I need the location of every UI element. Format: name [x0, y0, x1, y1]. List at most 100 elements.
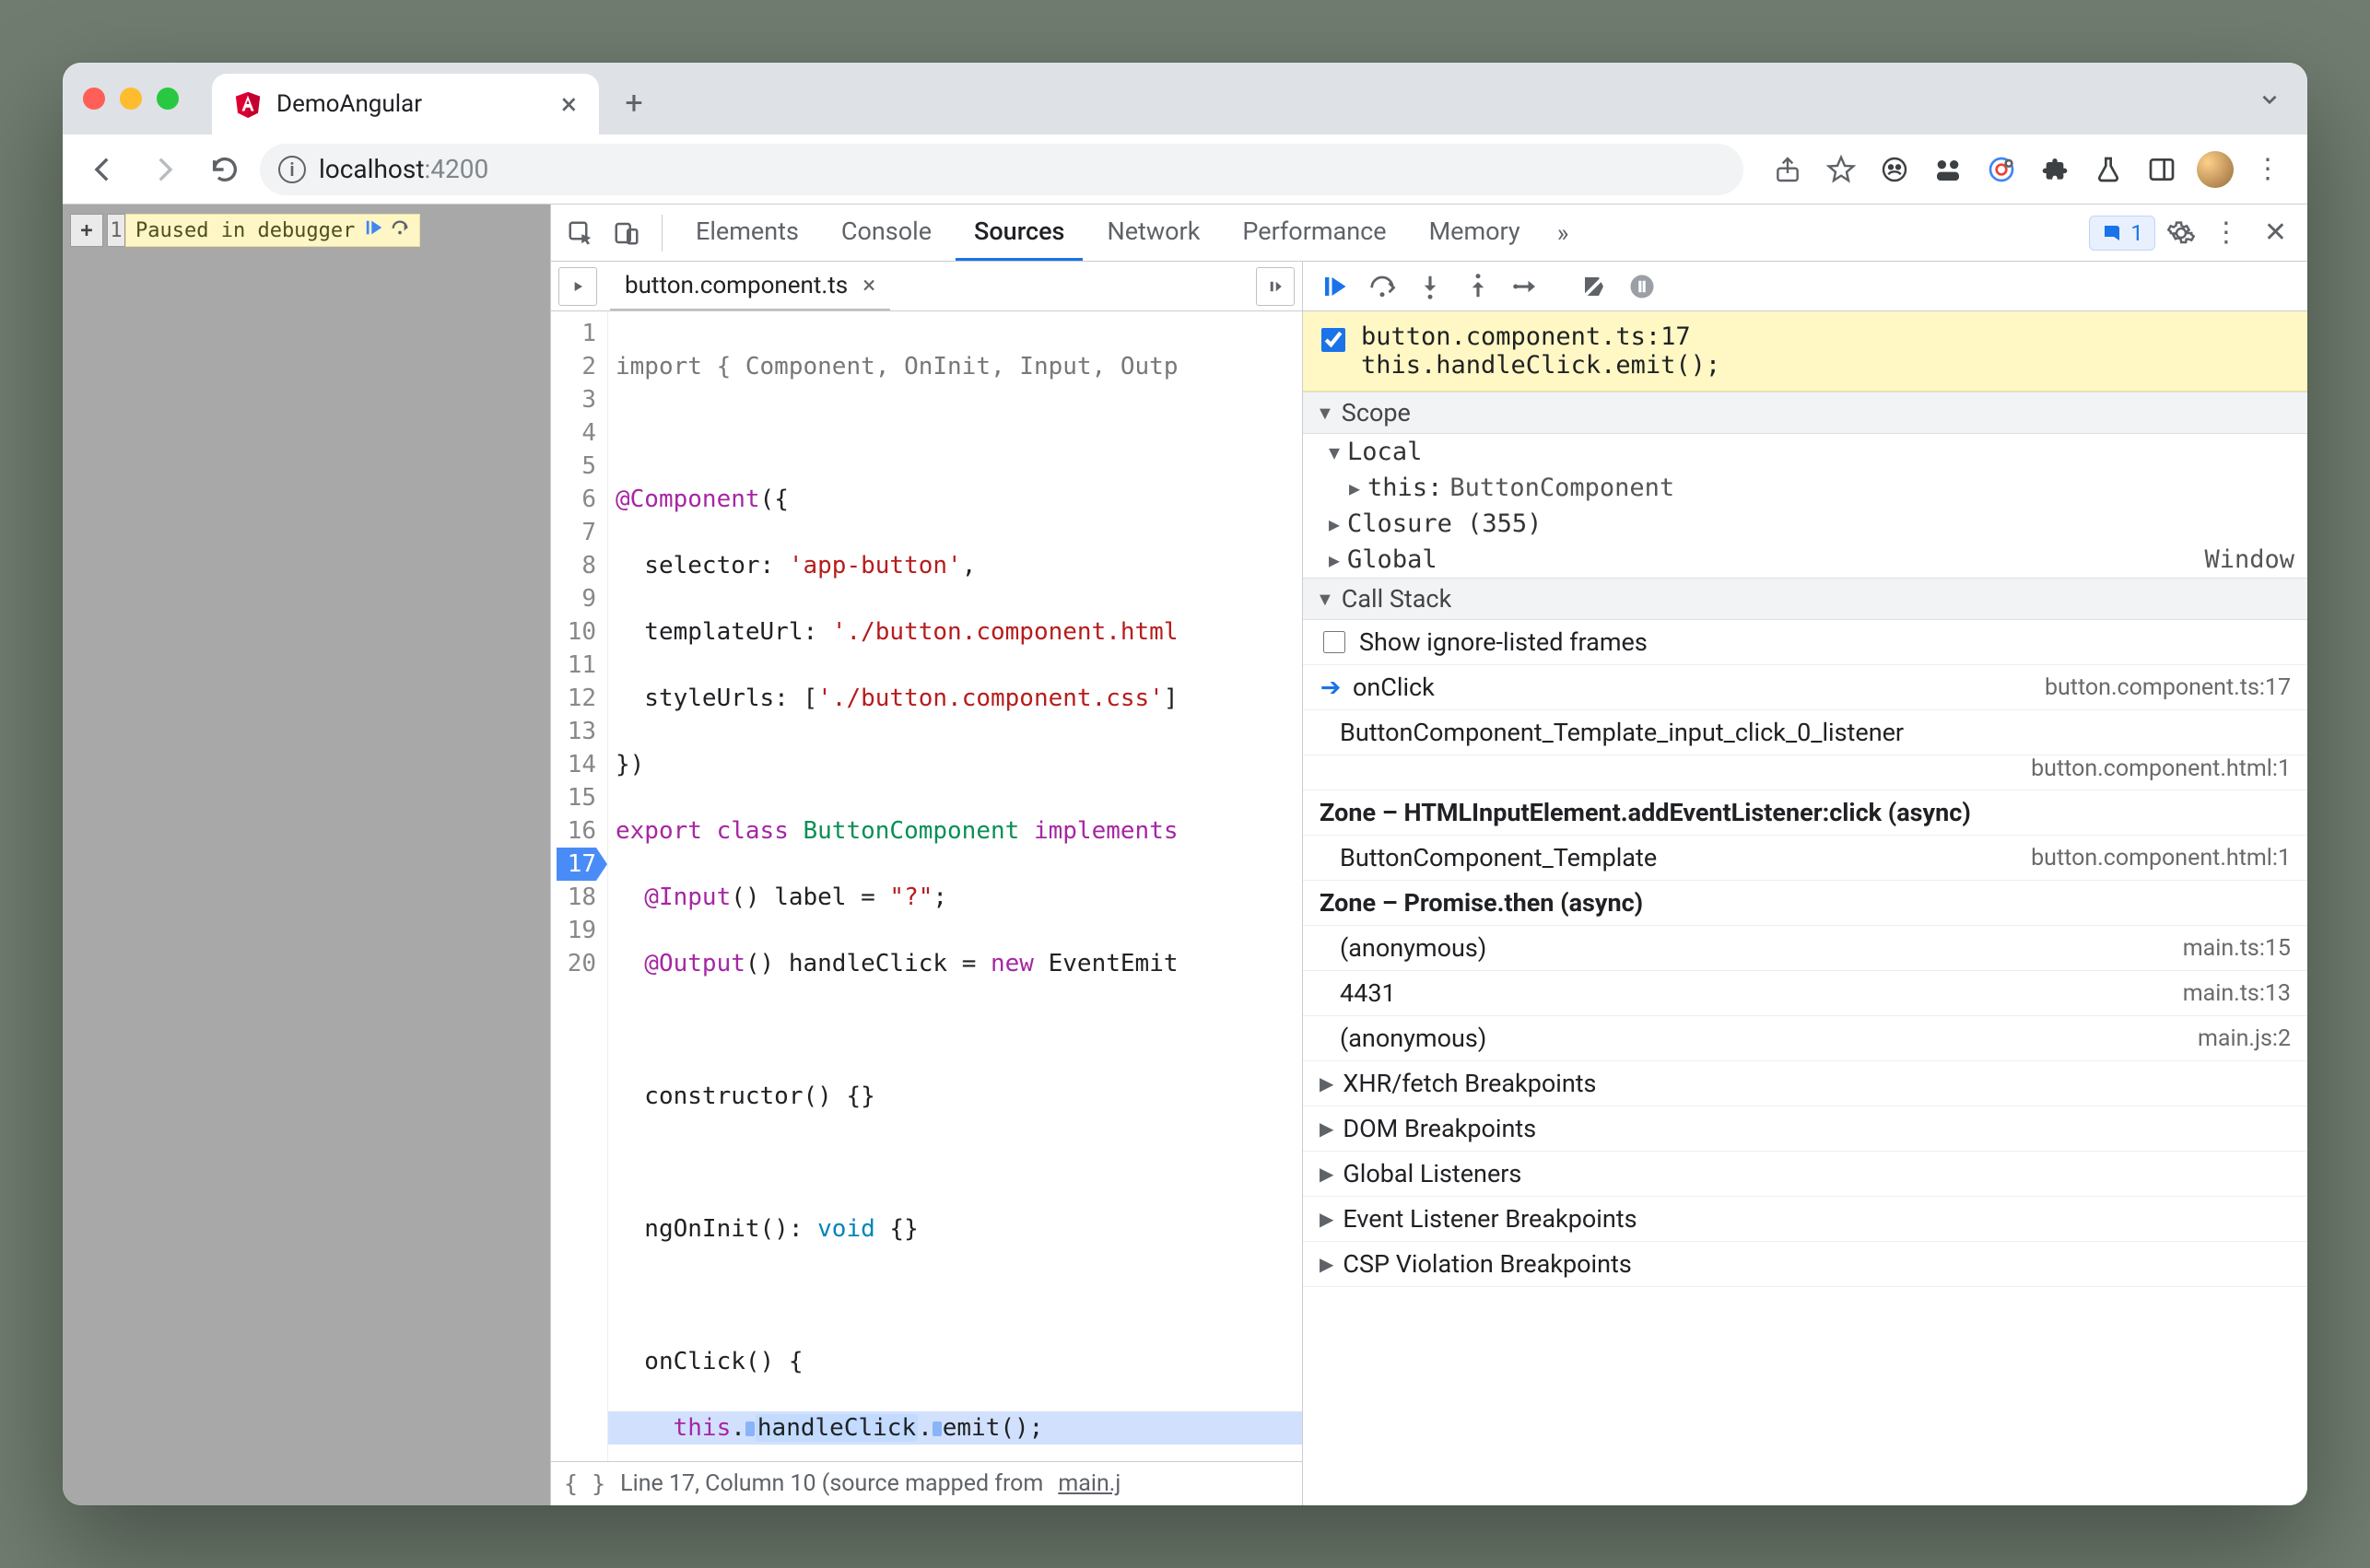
side-panel-icon[interactable] [2138, 146, 2186, 193]
site-info-icon[interactable]: i [278, 156, 306, 183]
show-ignore-listed[interactable]: Show ignore-listed frames [1303, 620, 2307, 665]
step-button[interactable] [1504, 264, 1548, 309]
devtools-panel: Elements Console Sources Network Perform… [551, 205, 2307, 1505]
settings-gear-icon[interactable] [2161, 213, 2201, 253]
pause-on-exceptions-button[interactable] [1620, 264, 1664, 309]
tab-network[interactable]: Network [1088, 205, 1218, 261]
forward-button[interactable] [138, 144, 190, 195]
navigator-toggle-icon[interactable] [558, 267, 597, 306]
browser-tab[interactable]: DemoAngular × [212, 74, 599, 135]
page-viewport: + 1 Paused in debugger [63, 205, 551, 1505]
editor-statusbar: { } Line 17, Column 10 (source mapped fr… [551, 1461, 1302, 1505]
breakpoint-hit-banner: button.component.ts:17 this.handleClick.… [1303, 311, 2307, 392]
issues-button[interactable]: 1 [2089, 216, 2155, 251]
scope-closure[interactable]: ▶Closure (355) [1303, 506, 2307, 542]
extension-icon-3[interactable] [1977, 146, 2025, 193]
overlay-line-number: 1 [107, 214, 125, 247]
close-tab-icon[interactable]: × [561, 89, 577, 119]
minimize-window-button[interactable] [120, 88, 142, 110]
tab-memory[interactable]: Memory [1411, 205, 1539, 261]
run-snippet-icon[interactable] [1256, 267, 1295, 306]
scope-local[interactable]: ▼Local [1303, 434, 2307, 470]
breakpoint-checkbox[interactable] [1321, 328, 1345, 352]
close-devtools-icon[interactable]: ✕ [2253, 216, 2298, 249]
extension-icon-1[interactable] [1871, 146, 1918, 193]
tab-performance[interactable]: Performance [1224, 205, 1404, 261]
maximize-window-button[interactable] [157, 88, 179, 110]
close-window-button[interactable] [83, 88, 105, 110]
current-frame-arrow-icon: ➔ [1320, 673, 1342, 702]
execution-marker-icon [933, 1422, 942, 1436]
issues-count: 1 [2130, 220, 2143, 246]
async-boundary: Zone – Promise.then (async) [1303, 881, 2307, 926]
labs-flask-icon[interactable] [2084, 146, 2132, 193]
callstack-frame[interactable]: 4431main.ts:13 [1303, 971, 2307, 1016]
source-code[interactable]: import { Component, OnInit, Input, Outp … [608, 311, 1302, 1461]
profile-avatar[interactable] [2191, 146, 2239, 193]
deactivate-breakpoints-button[interactable] [1572, 264, 1616, 309]
new-tab-button[interactable]: + [608, 77, 660, 129]
breakpoint-code: this.handleClick.emit(); [1361, 351, 1720, 380]
tabs-dropdown-icon[interactable] [2258, 88, 2282, 118]
step-out-button[interactable] [1456, 264, 1500, 309]
callstack-frame[interactable]: (anonymous)main.ts:15 [1303, 926, 2307, 971]
step-into-button[interactable] [1408, 264, 1452, 309]
debugger-toolbar [1303, 262, 2307, 311]
debugger-overlay: + 1 Paused in debugger [70, 214, 420, 247]
section-xhr-breakpoints[interactable]: ▶XHR/fetch Breakpoints [1303, 1061, 2307, 1106]
browser-window: DemoAngular × + i localhost:4200 [63, 63, 2307, 1505]
url-display: localhost:4200 [319, 154, 488, 184]
address-bar: i localhost:4200 ⋮ [63, 135, 2307, 205]
section-global-listeners[interactable]: ▶Global Listeners [1303, 1152, 2307, 1197]
angular-icon [234, 90, 262, 118]
devtools-menu-icon[interactable]: ⋮ [2207, 213, 2247, 253]
tabs-overflow-icon[interactable]: » [1544, 218, 1582, 248]
omnibox[interactable]: i localhost:4200 [260, 144, 1743, 195]
close-file-icon[interactable]: × [862, 272, 875, 299]
callstack-frame[interactable]: ButtonComponent_Template_input_click_0_l… [1303, 710, 2307, 755]
section-dom-breakpoints[interactable]: ▶DOM Breakpoints [1303, 1106, 2307, 1152]
bookmark-star-icon[interactable] [1817, 146, 1865, 193]
show-ignore-checkbox[interactable] [1323, 631, 1345, 653]
share-icon[interactable] [1764, 146, 1812, 193]
scope-global[interactable]: ▶GlobalWindow [1303, 542, 2307, 578]
scope-this[interactable]: ▶this: ButtonComponent [1303, 470, 2307, 506]
paused-label: Paused in debugger [135, 219, 355, 242]
reload-button[interactable] [199, 144, 251, 195]
overlay-resume-icon[interactable] [364, 217, 384, 243]
extensions-puzzle-icon[interactable] [2031, 146, 2079, 193]
callstack-header[interactable]: ▼Call Stack [1303, 578, 2307, 620]
pretty-print-icon[interactable]: { } [564, 1470, 605, 1497]
extension-icon-2[interactable] [1924, 146, 1972, 193]
section-event-listener-breakpoints[interactable]: ▶Event Listener Breakpoints [1303, 1197, 2307, 1242]
chrome-menu-icon[interactable]: ⋮ [2245, 146, 2293, 193]
execution-marker-icon [745, 1422, 755, 1436]
callstack-frame-loc: button.component.html:1 [1303, 755, 2307, 790]
devtools-tabstrip: Elements Console Sources Network Perform… [551, 205, 2307, 262]
file-tab-label: button.component.ts [625, 272, 848, 299]
async-boundary: Zone – HTMLInputElement.addEventListener… [1303, 790, 2307, 836]
tab-title: DemoAngular [276, 90, 422, 118]
callstack-frame[interactable]: ➔onClickbutton.component.ts:17 [1303, 665, 2307, 710]
scope-header[interactable]: ▼Scope [1303, 392, 2307, 434]
back-button[interactable] [77, 144, 129, 195]
resume-button[interactable] [1312, 264, 1356, 309]
window-controls [83, 63, 212, 135]
source-map-link[interactable]: main.j [1058, 1470, 1120, 1497]
overlay-add-button[interactable]: + [70, 214, 103, 247]
device-toolbar-icon[interactable] [606, 213, 647, 253]
overlay-stepover-icon[interactable] [390, 217, 410, 243]
cursor-position: Line 17, Column 10 (source mapped from [620, 1470, 1043, 1497]
section-csp-violation-breakpoints[interactable]: ▶CSP Violation Breakpoints [1303, 1242, 2307, 1287]
line-gutter[interactable]: 1234567891011121314151617181920 [551, 311, 608, 1461]
file-tab[interactable]: button.component.ts × [610, 262, 890, 310]
tab-console[interactable]: Console [823, 205, 950, 261]
callstack-frame[interactable]: (anonymous)main.js:2 [1303, 1016, 2307, 1061]
step-over-button[interactable] [1360, 264, 1404, 309]
toolbar-actions: ⋮ [1753, 146, 2293, 193]
tab-sources[interactable]: Sources [956, 205, 1083, 261]
inspect-element-icon[interactable] [560, 213, 601, 253]
callstack-frame[interactable]: ButtonComponent_Templatebutton.component… [1303, 836, 2307, 881]
paused-banner: Paused in debugger [125, 214, 420, 247]
tab-elements[interactable]: Elements [677, 205, 817, 261]
